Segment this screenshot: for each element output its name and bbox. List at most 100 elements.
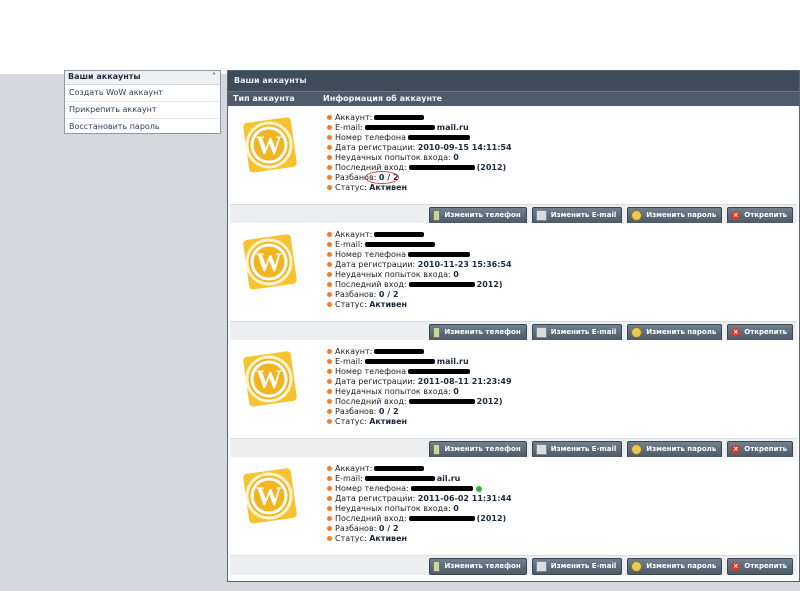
status-value: Активен <box>369 183 408 192</box>
account-info: Аккаунт: E-mail: Номер телефона Дата рег… <box>327 230 512 310</box>
status-value: Активен <box>369 300 408 309</box>
account-actions: Изменить телефон Изменить E-mail Изменит… <box>230 555 797 575</box>
change-password-label: Изменить пароль <box>646 445 717 453</box>
account-actions: Изменить телефон Изменить E-mail Изменит… <box>230 438 797 458</box>
account-row-bans: Разбанов: 0 / 2 <box>327 171 512 184</box>
account-row-bans: Разбанов: 0 / 2 <box>327 290 512 300</box>
account-row-phone: Номер телефона: <box>327 484 512 494</box>
status-label: Статус: <box>335 417 367 426</box>
status-value: Активен <box>369 534 408 543</box>
change-phone-button[interactable]: Изменить телефон <box>429 207 527 224</box>
account-card: W Аккаунт: E-mail: mail.ru Номер телефона… <box>228 106 799 224</box>
change-phone-button[interactable]: Изменить телефон <box>429 558 527 575</box>
redacted-block <box>410 486 473 491</box>
account-login-label: Аккаунт: <box>335 113 373 122</box>
last-login-label: Последний вход: <box>335 514 407 523</box>
account-row-last-login: Последний вход: 2012) <box>327 280 512 290</box>
change-phone-button[interactable]: Изменить телефон <box>429 324 527 341</box>
unlink-button[interactable]: × Открепить <box>727 324 793 341</box>
redacted-block <box>374 115 425 120</box>
account-body: W Аккаунт: E-mail: Номер телефона Дата р… <box>230 223 797 321</box>
change-password-label: Изменить пароль <box>646 211 717 219</box>
unlink-label: Открепить <box>744 211 787 219</box>
account-info: Аккаунт: E-mail: mail.ru Номер телефона Д… <box>327 347 512 427</box>
redacted-block <box>364 125 435 130</box>
change-phone-button[interactable]: Изменить телефон <box>429 441 527 458</box>
account-actions: Изменить телефон Изменить E-mail Изменит… <box>230 321 797 341</box>
phone-icon <box>433 561 441 572</box>
account-row-phone: Номер телефона <box>327 133 512 143</box>
sidebar-title: Ваши аккаунты <box>68 72 141 81</box>
sidebar-item-restore-password[interactable]: Восстановить пароль <box>65 119 220 135</box>
last-login-value: 2012) <box>476 280 503 289</box>
redacted-block <box>408 399 475 404</box>
account-body: W Аккаунт: E-mail: ail.ru Номер телефона:… <box>230 457 797 555</box>
key-icon <box>631 444 643 455</box>
email-suffix: mail.ru <box>436 357 469 366</box>
sidebar-item-attach-account[interactable]: Прикрепить аккаунт <box>65 102 220 119</box>
phone-label: Номер телефона <box>335 367 406 376</box>
last-login-value: 2012) <box>476 397 503 406</box>
account-row-reg-date: Дата регистрации: 2010-09-15 14:11:54 <box>327 143 512 153</box>
redacted-block <box>374 466 425 471</box>
green-dot <box>475 485 482 492</box>
change-phone-label: Изменить телефон <box>444 211 521 219</box>
account-body: W Аккаунт: E-mail: mail.ru Номер телефона… <box>230 340 797 438</box>
account-row-bans: Разбанов: 0 / 2 <box>327 524 512 534</box>
change-email-button[interactable]: Изменить E-mail <box>531 324 623 341</box>
account-body: W Аккаунт: E-mail: mail.ru Номер телефона… <box>230 106 797 204</box>
collapse-icon[interactable]: ˄ <box>212 71 216 83</box>
close-icon: × <box>731 445 741 454</box>
phone-icon <box>433 210 441 221</box>
change-email-button[interactable]: Изменить E-mail <box>531 441 623 458</box>
phone-label: Номер телефона <box>335 250 406 259</box>
redacted-block <box>407 252 470 257</box>
failed-value: 0 <box>453 387 459 396</box>
unlink-button[interactable]: × Открепить <box>727 207 793 224</box>
redacted-block <box>364 359 435 364</box>
account-list: W Аккаунт: E-mail: mail.ru Номер телефона… <box>228 106 799 575</box>
email-suffix: ail.ru <box>436 474 461 483</box>
account-row-status: Статус: Активен <box>327 300 512 310</box>
sidebar-item-create-account[interactable]: Создать WoW аккаунт <box>65 85 220 102</box>
mail-icon <box>535 327 547 338</box>
change-email-label: Изменить E-mail <box>550 445 617 453</box>
key-icon <box>631 561 643 572</box>
account-row-phone: Номер телефона <box>327 250 512 260</box>
account-row-failed: Неудачных попыток входа: 0 <box>327 387 512 397</box>
change-password-button[interactable]: Изменить пароль <box>627 324 723 341</box>
change-email-button[interactable]: Изменить E-mail <box>531 558 623 575</box>
account-row-failed: Неудачных попыток входа: 0 <box>327 504 512 514</box>
change-password-button[interactable]: Изменить пароль <box>627 207 723 224</box>
email-label: E-mail: <box>335 474 363 483</box>
reg-date-value: 2010-11-23 15:36:54 <box>417 260 512 269</box>
account-row-login: Аккаунт: <box>327 113 512 123</box>
account-login-label: Аккаунт: <box>335 230 373 239</box>
account-row-status: Статус: Активен <box>327 417 512 427</box>
account-row-bans: Разбанов: 0 / 2 <box>327 407 512 417</box>
column-headers: Тип аккаунта Информация об аккаунте <box>228 91 799 106</box>
phone-icon <box>433 444 441 455</box>
account-row-reg-date: Дата регистрации: 2011-06-02 11:31:44 <box>327 494 512 504</box>
change-email-button[interactable]: Изменить E-mail <box>531 207 623 224</box>
svg-text:W: W <box>256 248 282 277</box>
account-login-label: Аккаунт: <box>335 464 373 473</box>
account-row-email: E-mail: mail.ru <box>327 123 512 133</box>
wow-logo-icon: W <box>243 351 297 407</box>
change-password-button[interactable]: Изменить пароль <box>627 558 723 575</box>
account-row-login: Аккаунт: <box>327 464 512 474</box>
svg-text:W: W <box>256 482 282 511</box>
change-password-button[interactable]: Изменить пароль <box>627 441 723 458</box>
column-account-info: Информация об аккаунте <box>323 94 443 103</box>
account-login-label: Аккаунт: <box>335 347 373 356</box>
sidebar-header[interactable]: Ваши аккаунты ˄ <box>65 71 220 85</box>
bans-label: Разбанов: <box>335 290 377 299</box>
unlink-button[interactable]: × Открепить <box>727 558 793 575</box>
email-label: E-mail: <box>335 240 363 249</box>
unlink-button[interactable]: × Открепить <box>727 441 793 458</box>
last-login-label: Последний вход: <box>335 397 407 406</box>
reg-date-value: 2010-09-15 14:11:54 <box>417 143 512 152</box>
change-phone-label: Изменить телефон <box>444 445 521 453</box>
svg-text:W: W <box>256 365 282 394</box>
reg-date-label: Дата регистрации: <box>335 143 416 152</box>
